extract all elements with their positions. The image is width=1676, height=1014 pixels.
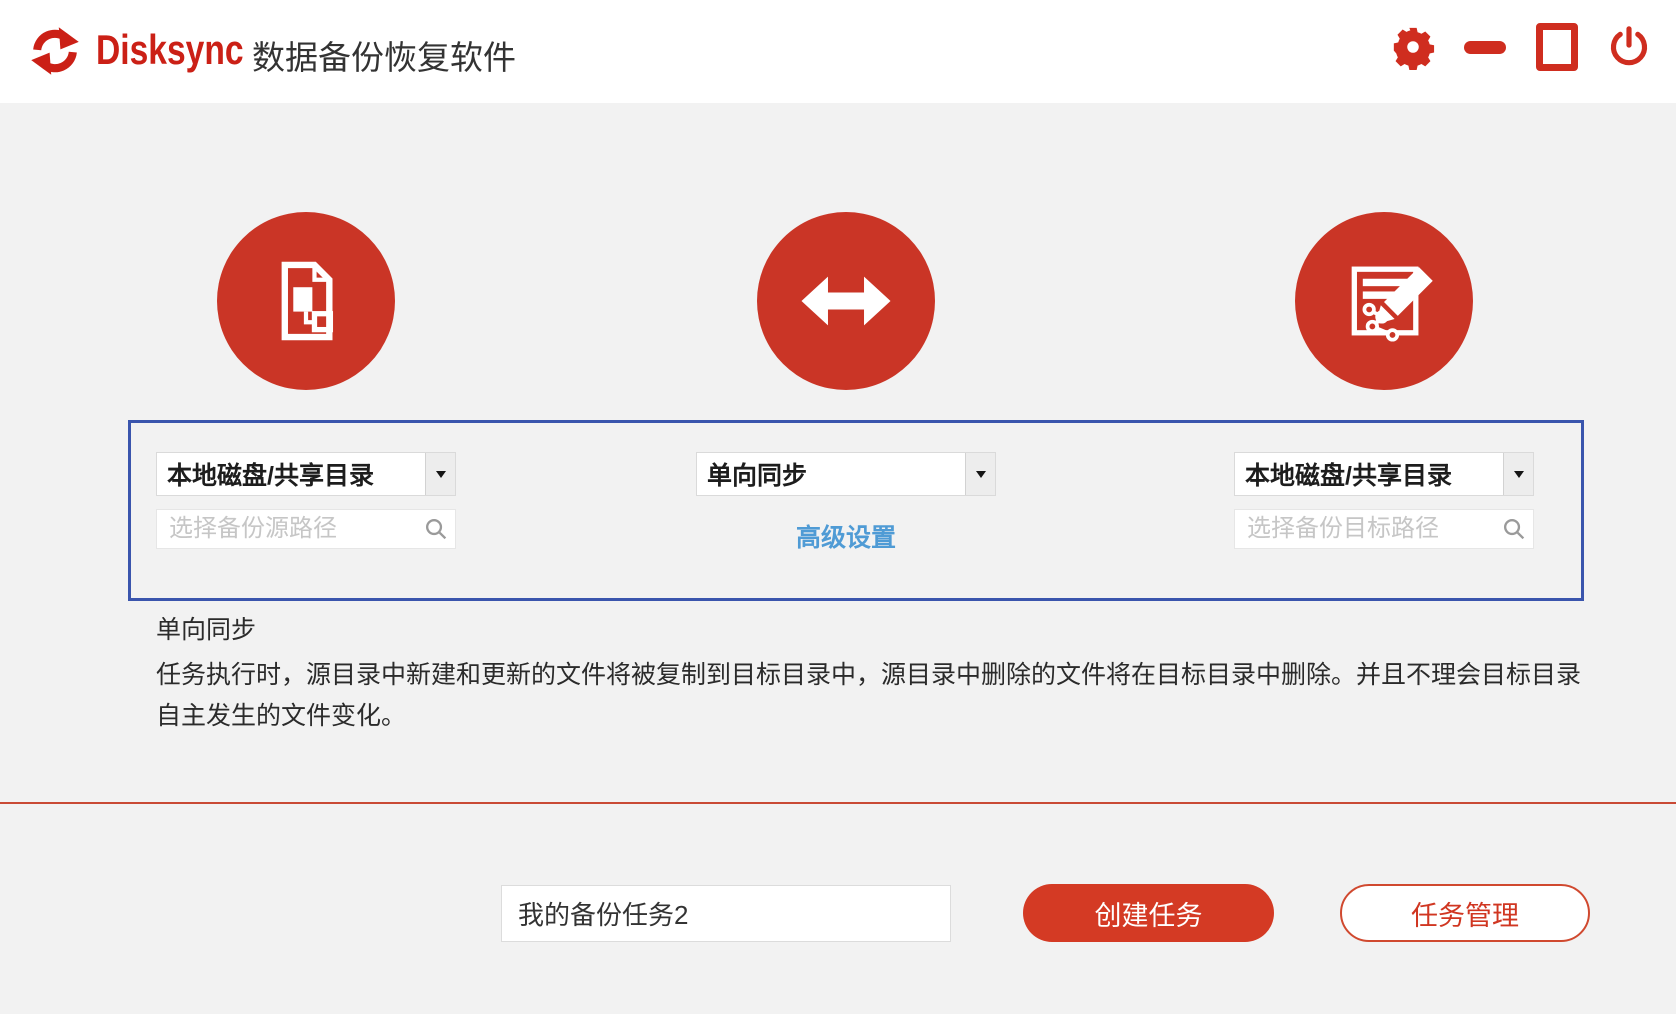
sync-mode-column: 单向同步 高级设置: [696, 452, 996, 554]
sync-mode-circle: [757, 212, 935, 390]
create-task-button[interactable]: 创建任务: [1023, 884, 1274, 942]
title-bar: Disksync 数据备份恢复软件: [0, 0, 1676, 103]
sync-mode-value: 单向同步: [707, 462, 808, 490]
mode-title: 单向同步: [156, 616, 257, 644]
app-window: Disksync 数据备份恢复软件 本地磁盘/共享目录 选择备份源路径 单向同步…: [0, 0, 1676, 1014]
target-path-input[interactable]: [1234, 509, 1534, 549]
source-column: 本地磁盘/共享目录: [156, 452, 456, 549]
minimize-icon[interactable]: [1460, 22, 1510, 72]
target-type-dropdown[interactable]: 本地磁盘/共享目录: [1234, 452, 1534, 496]
app-title: 数据备份恢复软件: [252, 39, 516, 76]
source-type-dropdown[interactable]: 本地磁盘/共享目录: [156, 452, 456, 496]
caret-down-icon: [435, 470, 446, 478]
sync-mode-dropdown[interactable]: 单向同步: [696, 452, 996, 496]
report-edit-icon: [1351, 266, 1433, 342]
minimize-bar: [1464, 40, 1506, 54]
task-manage-button[interactable]: 任务管理: [1340, 884, 1590, 942]
maximize-square: [1536, 23, 1578, 71]
disksync-logo-icon: [28, 24, 82, 78]
settings-gear-icon[interactable]: [1388, 22, 1438, 72]
source-type-value: 本地磁盘/共享目录: [167, 462, 374, 490]
brand-name: Disksync: [96, 26, 244, 73]
maximize-icon[interactable]: [1532, 22, 1582, 72]
source-path-input[interactable]: [156, 509, 456, 549]
target-circle: [1295, 212, 1473, 390]
sync-mode-dropdown-button[interactable]: [965, 453, 995, 495]
double-arrow-icon: [801, 276, 891, 326]
target-column: 本地磁盘/共享目录: [1234, 452, 1534, 549]
caret-down-icon: [975, 470, 986, 478]
source-browse-search-icon[interactable]: [422, 516, 450, 544]
task-name-input[interactable]: [501, 885, 951, 942]
mode-description: 任务执行时，源目录中新建和更新的文件将被复制到目标目录中，源目录中删除的文件将在…: [156, 661, 1582, 730]
source-circle: [217, 212, 395, 390]
target-dropdown-button[interactable]: [1503, 453, 1533, 495]
source-dropdown-button[interactable]: [425, 453, 455, 495]
document-flowchart-icon: [281, 261, 334, 341]
target-browse-search-icon[interactable]: [1500, 516, 1528, 544]
section-divider: [0, 802, 1676, 804]
power-close-icon[interactable]: [1604, 22, 1654, 72]
target-type-value: 本地磁盘/共享目录: [1245, 462, 1452, 490]
advanced-settings-link[interactable]: 高级设置: [696, 518, 996, 554]
caret-down-icon: [1513, 470, 1524, 478]
